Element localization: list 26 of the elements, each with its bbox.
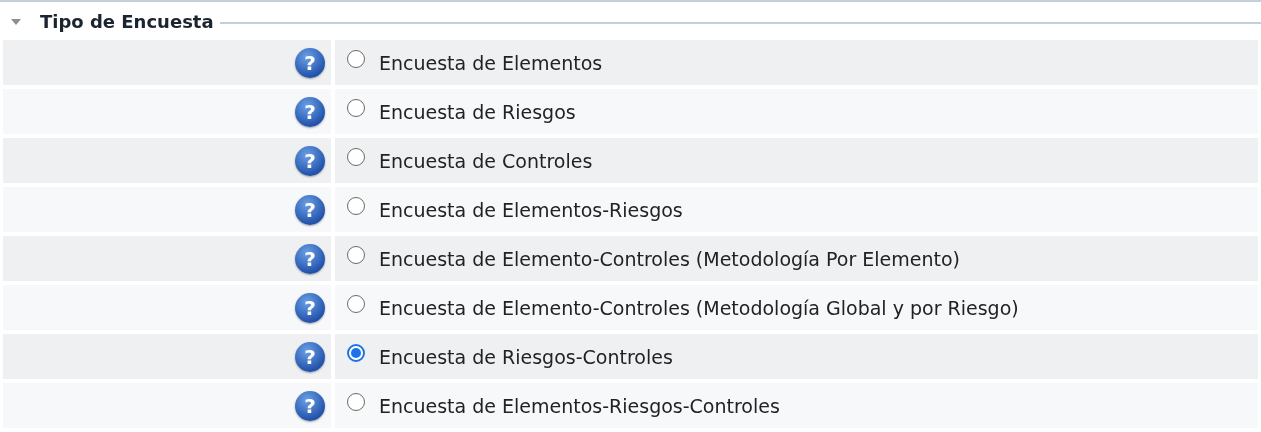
help-icon[interactable]: ?: [295, 96, 325, 127]
radio-button[interactable]: [347, 98, 365, 117]
option-label: Encuesta de Elementos-Riesgos: [379, 198, 683, 221]
option-label: Encuesta de Controles: [379, 149, 593, 172]
option-label: Encuesta de Riesgos: [379, 100, 576, 123]
radio-button[interactable]: [347, 245, 365, 264]
option-label: Encuesta de Riesgos-Controles: [379, 345, 673, 368]
option-label: Encuesta de Elemento-Controles (Metodología Por Elemento): [379, 247, 960, 270]
radio-button[interactable]: [347, 343, 365, 362]
help-icon[interactable]: ?: [295, 194, 325, 225]
radio-button[interactable]: [347, 294, 365, 313]
radio-button[interactable]: [347, 392, 365, 411]
help-icon[interactable]: ?: [295, 243, 325, 274]
radio-button[interactable]: [347, 147, 365, 166]
option-label: Encuesta de Elementos-Riesgos-Controles: [379, 394, 780, 417]
help-icon[interactable]: ?: [295, 292, 325, 323]
option-label: Encuesta de Elementos: [379, 51, 603, 74]
collapse-arrow-icon[interactable]: [10, 17, 22, 27]
radio-button[interactable]: [347, 49, 365, 68]
section-title: Tipo de Encuesta: [40, 10, 214, 32]
help-icon[interactable]: ?: [295, 145, 325, 176]
help-icon[interactable]: ?: [295, 47, 325, 78]
radio-button[interactable]: [347, 196, 365, 215]
help-icon[interactable]: ?: [295, 341, 325, 372]
help-icon[interactable]: ?: [295, 390, 325, 421]
option-label: Encuesta de Elemento-Controles (Metodología Global y por Riesgo): [379, 296, 1019, 319]
